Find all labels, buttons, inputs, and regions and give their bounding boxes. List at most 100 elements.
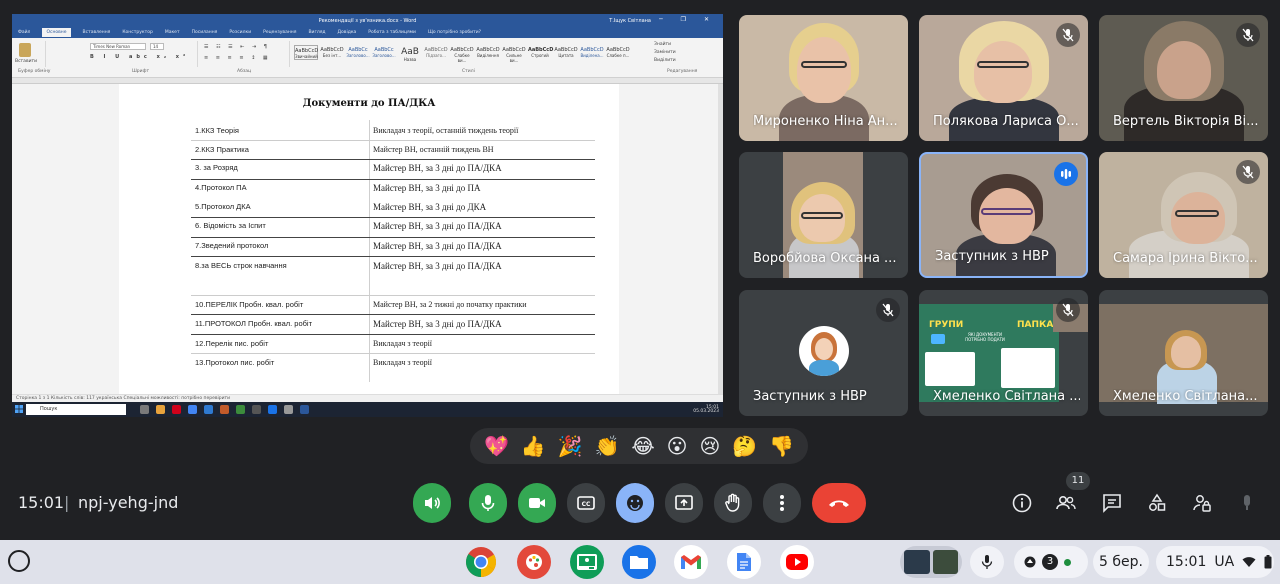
audio-output-button[interactable] xyxy=(413,483,451,523)
tab-insert: Вставлення xyxy=(82,30,111,35)
tab-review: Рецензування xyxy=(263,30,297,35)
participant-tile[interactable]: Мироненко Ніна Ан... xyxy=(739,15,908,141)
reaction-laugh[interactable]: 😂 xyxy=(631,436,654,456)
reaction-sad[interactable]: 😢 xyxy=(699,436,720,456)
group-label: Шрифт xyxy=(132,69,150,74)
dictation-button[interactable] xyxy=(970,546,1004,578)
camera-button[interactable] xyxy=(518,483,556,523)
tab-help: Довідка xyxy=(337,30,357,35)
gmail-icon[interactable] xyxy=(674,545,708,579)
tab-view: Вигляд xyxy=(308,30,326,35)
windows-taskbar: Пошук 15:01 05.03.2023 xyxy=(12,402,723,417)
people-count-badge: 11 xyxy=(1066,472,1090,490)
tab-design: Конструктор xyxy=(122,30,153,35)
word-status-bar: Сторінка 1 з 1 Кількість слів: 117 украї… xyxy=(12,394,723,402)
participant-tile[interactable]: Хмеленко Світлана... xyxy=(1099,290,1268,416)
docs-icon[interactable] xyxy=(727,545,761,579)
participant-name: Воробйова Оксана ... xyxy=(753,251,897,266)
reaction-thinking[interactable]: 🤔 xyxy=(732,436,757,456)
participant-name: Хмеленко Світлана... xyxy=(1113,389,1258,404)
participant-tile-presenting[interactable]: ГРУПИ ПАПКА ЯКІ ДОКУМЕНТИ ПОТРІБНО ПОДАТ… xyxy=(919,290,1088,416)
reactions-button[interactable] xyxy=(616,483,654,523)
microphone-button[interactable] xyxy=(469,483,507,523)
slide-text: ГРУПИ xyxy=(929,320,964,330)
present-button[interactable] xyxy=(665,483,703,523)
mic-icon xyxy=(481,495,495,511)
notifications-pill[interactable]: 3 xyxy=(1014,546,1088,578)
launcher-button[interactable] xyxy=(8,550,30,572)
style-chip: AaBbCc Заголово... xyxy=(372,47,396,58)
windows-search-box: Пошук xyxy=(26,404,126,415)
raise-hand-button[interactable] xyxy=(714,483,752,523)
people-button[interactable] xyxy=(1051,488,1081,518)
meeting-details-button[interactable] xyxy=(1007,488,1037,518)
date-pill[interactable]: 5 бер. xyxy=(1093,546,1149,578)
row-border xyxy=(191,217,595,218)
participant-name: Вертель Вікторія Ві... xyxy=(1113,114,1259,129)
reaction-heart[interactable]: 💖 xyxy=(484,436,509,456)
meeting-time: 15:01 xyxy=(18,493,65,512)
reaction-thumbs-down[interactable]: 👎 xyxy=(769,436,794,456)
activities-button[interactable] xyxy=(1142,488,1172,518)
app-icon xyxy=(220,405,229,414)
participant-name: Полякова Лариса О... xyxy=(933,114,1079,129)
row-border xyxy=(191,237,595,238)
chrome-taskbar-icon xyxy=(188,405,197,414)
captions-button[interactable]: CC xyxy=(567,483,605,523)
row-border xyxy=(191,353,595,354)
chrome-icon[interactable] xyxy=(464,545,498,579)
participant-tile[interactable]: Самара Ірина Вікто... xyxy=(1099,152,1268,278)
meeting-code: npj-yehg-jnd xyxy=(78,493,179,512)
document-page: Документи до ПА/ДКА 1.ККЗ Теорія Викладач… xyxy=(119,84,619,394)
chat-button[interactable] xyxy=(1097,488,1127,518)
word-ribbon: Вставити Times New Roman 14 B I U abc x₂… xyxy=(12,38,723,78)
participant-tile[interactable]: Заступник з НВР xyxy=(739,290,908,416)
row-border xyxy=(191,140,595,141)
reactions-bar: 💖 👍 🎉 👏 😂 😮 😢 🤔 👎 xyxy=(470,428,808,464)
muted-mic-icon xyxy=(1236,160,1260,184)
participant-tile[interactable]: Воробйова Оксана ... xyxy=(739,152,908,278)
reaction-thumbs-up[interactable]: 👍 xyxy=(521,436,546,456)
muted-mic-icon xyxy=(1056,298,1080,322)
speaking-indicator-icon xyxy=(1054,162,1078,186)
status-tray[interactable]: 15:01 UA xyxy=(1156,546,1274,578)
style-chip: AaBbCcD Виділена... xyxy=(580,47,604,58)
participant-tile[interactable]: Полякова Лариса О... xyxy=(919,15,1088,141)
slide-preview: ГРУПИ ПАПКА ЯКІ ДОКУМЕНТИ ПОТРІБНО ПОДАТ… xyxy=(919,304,1059,402)
svg-text:CC: CC xyxy=(582,501,591,508)
emoji-icon xyxy=(627,495,643,511)
separator: | xyxy=(64,493,70,512)
paragraph-group: ☰ ☷ ☰ ⇤ ⇥ ¶ ≡ ≡ ≡ ≡ ↕ ▦ xyxy=(200,41,290,67)
replace-button: Замінити xyxy=(654,50,676,55)
more-options-button[interactable] xyxy=(763,483,801,523)
mic-icon xyxy=(981,555,993,569)
participant-tile[interactable]: Вертель Вікторія Ві... xyxy=(1099,15,1268,141)
app-icon xyxy=(284,405,293,414)
palette-icon[interactable] xyxy=(517,545,551,579)
styles-group: AaBbCcD Звичайний AaBbCcD Без інт... AaBbC… xyxy=(292,41,647,67)
leave-call-button[interactable] xyxy=(812,483,866,523)
reaction-party[interactable]: 🎉 xyxy=(558,436,583,456)
host-controls-button[interactable] xyxy=(1187,488,1217,518)
participant-name: Самара Ірина Вікто... xyxy=(1113,251,1258,266)
window-thumbnails[interactable] xyxy=(900,546,962,578)
edge-icon xyxy=(204,405,213,414)
align-buttons: ≡ ≡ ≡ ≡ ↕ ▦ xyxy=(204,55,271,61)
reaction-surprised[interactable]: 😮 xyxy=(667,436,688,456)
tell-me-box: Що потрібно зробити? xyxy=(427,30,482,35)
people-icon xyxy=(1056,496,1076,510)
style-chip: AaBbCcD Слабке п... xyxy=(606,47,630,58)
classroom-icon[interactable] xyxy=(570,545,604,579)
youtube-icon[interactable] xyxy=(780,545,814,579)
files-icon[interactable] xyxy=(622,545,656,579)
participant-tile-speaking[interactable]: Заступник з НВР xyxy=(919,152,1088,278)
participant-name: Заступник з НВР xyxy=(935,249,1049,264)
word-user-name: Т.Іщук Світлана xyxy=(609,18,651,24)
reaction-clap[interactable]: 👏 xyxy=(595,436,620,456)
tab-file: Файл xyxy=(18,30,31,35)
info-icon xyxy=(1012,493,1032,513)
meet-recording-icon xyxy=(1024,556,1036,568)
document-title: Документи до ПА/ДКА xyxy=(302,98,436,109)
row-border xyxy=(191,159,595,160)
paste-icon xyxy=(19,43,31,57)
